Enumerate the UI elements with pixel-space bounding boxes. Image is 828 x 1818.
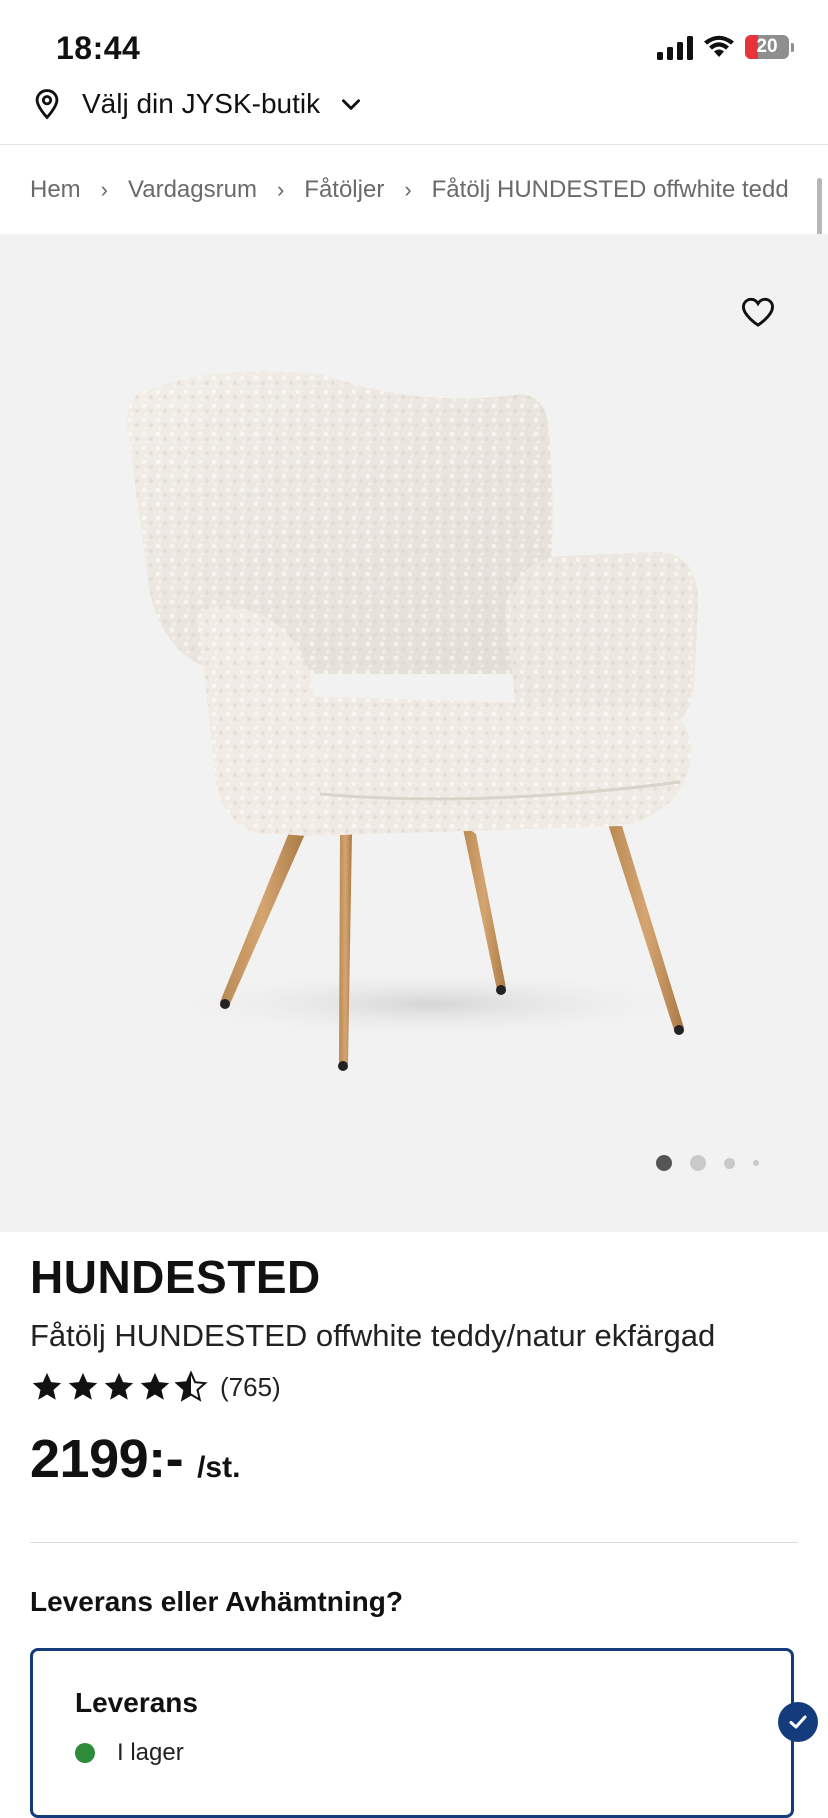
star-icon bbox=[68, 1372, 98, 1400]
chevron-down-icon bbox=[342, 99, 361, 110]
star-icon bbox=[140, 1372, 170, 1400]
stock-status-text: I lager bbox=[117, 1739, 184, 1766]
delivery-heading: Leverans eller Avhämtning? bbox=[30, 1586, 403, 1617]
product-description: Fåtölj HUNDESTED offwhite teddy/natur ek… bbox=[30, 1318, 716, 1353]
star-icon bbox=[104, 1372, 134, 1400]
store-selector[interactable]: Välj din JYSK-butik bbox=[30, 82, 364, 126]
wifi-icon bbox=[704, 35, 734, 57]
carousel-dot[interactable] bbox=[753, 1160, 759, 1166]
rating-row[interactable]: (765) bbox=[30, 1370, 281, 1404]
breadcrumb-armchairs[interactable]: Fåtöljer bbox=[304, 176, 384, 204]
carousel-dot[interactable] bbox=[724, 1157, 735, 1169]
price-unit: /st. bbox=[197, 1451, 241, 1484]
stock-status: I lager bbox=[75, 1739, 184, 1767]
battery-level: 20 bbox=[756, 36, 778, 57]
product-image-carousel[interactable] bbox=[0, 234, 828, 1232]
price-row: 2199:- /st. bbox=[30, 1428, 240, 1490]
status-bar: 18:44 20 bbox=[0, 0, 828, 90]
status-icons: 20 bbox=[657, 34, 794, 60]
breadcrumb-separator: › bbox=[276, 177, 285, 202]
status-time: 18:44 bbox=[56, 30, 141, 66]
battery-icon: 20 bbox=[745, 35, 789, 59]
delivery-option-card[interactable]: Leverans I lager bbox=[30, 1648, 794, 1818]
wishlist-button[interactable] bbox=[738, 292, 778, 332]
breadcrumb-separator: › bbox=[404, 177, 412, 202]
carousel-dot-active[interactable] bbox=[656, 1155, 672, 1171]
breadcrumb-separator: › bbox=[100, 177, 108, 202]
delivery-option-title: Leverans bbox=[75, 1687, 198, 1718]
review-count: (765) bbox=[220, 1371, 281, 1402]
breadcrumb-living-room[interactable]: Vardagsrum bbox=[128, 176, 257, 204]
product-image bbox=[126, 371, 710, 1071]
product-name: HUNDESTED bbox=[30, 1251, 321, 1303]
in-stock-dot-icon bbox=[75, 1743, 95, 1763]
store-selector-label: Välj din JYSK-butik bbox=[82, 88, 321, 119]
star-icon bbox=[32, 1372, 62, 1400]
breadcrumb-current-product: Fåtölj HUNDESTED offwhite tedd bbox=[431, 176, 789, 203]
section-divider bbox=[30, 1542, 798, 1543]
star-half-icon bbox=[174, 1370, 208, 1402]
cellular-signal-icon bbox=[657, 34, 693, 60]
selected-checkmark-icon bbox=[778, 1702, 818, 1742]
breadcrumb: Hem › Vardagsrum › Fåtöljer › Fåtölj HUN… bbox=[30, 172, 800, 208]
heart-icon bbox=[741, 297, 775, 327]
carousel-dots bbox=[656, 1155, 759, 1171]
carousel-dot[interactable] bbox=[690, 1155, 706, 1171]
breadcrumb-home[interactable]: Hem bbox=[30, 176, 81, 204]
price-value: 2199:- bbox=[30, 1429, 184, 1489]
header-divider bbox=[0, 144, 828, 145]
location-pin-icon bbox=[35, 89, 59, 120]
